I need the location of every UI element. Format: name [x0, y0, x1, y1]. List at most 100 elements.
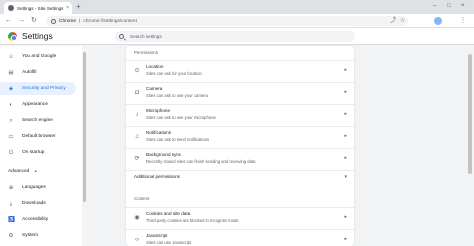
sync-icon: ⟳: [134, 156, 140, 162]
sidebar-item-you-and-google[interactable]: ☺ You and Google: [0, 50, 76, 63]
globe-icon: ⊕: [8, 184, 14, 191]
location-icon: ⊙: [134, 68, 140, 74]
row-subtitle: Sites can use Javascript: [146, 240, 192, 245]
row-title: Location: [146, 64, 164, 69]
sidebar-item-label: Default browser: [22, 134, 56, 139]
row-title: Camera: [146, 86, 163, 91]
sidebar-item-languages[interactable]: ⊕ Languages: [0, 181, 76, 194]
bell-icon: ♫: [134, 134, 140, 140]
arrow-right-icon: ▸: [344, 111, 347, 117]
bookmark-star-icon[interactable]: ☆: [400, 16, 405, 26]
sidebar-item-system[interactable]: ⚙ System: [0, 229, 76, 242]
row-subtitle: Sites can ask to use your camera: [146, 93, 208, 98]
chevron-up-icon: ▴: [34, 168, 37, 173]
wrench-icon: ⚙: [8, 232, 14, 239]
reload-button[interactable]: ↻: [31, 16, 37, 26]
tab-title: Settings - Site Settings: [17, 5, 64, 11]
row-title: Microphone: [146, 108, 171, 113]
permission-row-microphone[interactable]: ♪ Microphone Sites can ask to use your m…: [126, 104, 354, 125]
sidebar-item-autofill[interactable]: ▤ Autofill: [0, 66, 76, 79]
settings-sidebar: ☺ You and Google ▤ Autofill ◈ Security a…: [0, 46, 82, 246]
search-placeholder: Search settings: [130, 34, 162, 39]
sidebar-scroll-thumb[interactable]: [82, 52, 86, 202]
content-row-cookies[interactable]: ◉ Cookies and site data Third-party cook…: [126, 207, 354, 228]
address-separator: |: [79, 18, 81, 24]
site-info-icon[interactable]: [51, 18, 56, 24]
address-host: Chrome: [59, 18, 77, 24]
minimize-button[interactable]: –: [433, 1, 436, 11]
sidebar-item-label: Languages: [22, 185, 46, 190]
row-title: Background sync: [146, 152, 182, 157]
row-title: Notifications: [146, 130, 172, 135]
shield-icon: ◈: [8, 85, 14, 92]
row-title: Cookies and site data: [146, 211, 191, 216]
additional-permissions-label: Additional permissions: [134, 174, 180, 179]
autofill-icon: ▤: [8, 69, 14, 76]
sidebar-advanced-toggle[interactable]: Advanced ▴: [8, 168, 37, 174]
address-bar[interactable]: Chrome | chrome://settings/content: [46, 16, 408, 26]
chevron-down-icon: ▾: [344, 174, 347, 180]
arrow-right-icon: ▸: [344, 89, 347, 95]
camera-icon: ◘: [135, 90, 139, 96]
sidebar-item-label: Security and Privacy: [22, 86, 66, 91]
new-tab-button[interactable]: +: [76, 2, 81, 12]
settings-favicon-icon: [8, 5, 14, 11]
tab-strip: Settings - Site Settings × + – □ ×: [0, 0, 474, 14]
share-icon[interactable]: ⤴: [390, 16, 396, 26]
sidebar-item-default-browser[interactable]: ▭ Default browser: [0, 130, 76, 143]
sidebar-item-downloads[interactable]: ⤓ Downloads: [0, 197, 76, 210]
chrome-logo-icon: [8, 32, 17, 41]
cookie-icon: ◉: [134, 215, 140, 221]
browser-icon: ▭: [8, 133, 14, 140]
main-scrollbar[interactable]: [466, 46, 474, 246]
sidebar-item-security-and-privacy[interactable]: ◈ Security and Privacy: [0, 82, 76, 95]
site-settings-card: Permissions ⊙ Location Sites can ask for…: [126, 46, 354, 246]
main-scroll-thumb[interactable]: [468, 54, 472, 174]
content-row-javascript[interactable]: ‹› JavaScript Sites can use Javascript ▸: [126, 229, 354, 246]
arrow-right-icon: ▸: [344, 214, 347, 220]
permission-row-camera[interactable]: ◘ Camera Sites can ask to use your camer…: [126, 82, 354, 103]
sidebar-item-appearance[interactable]: ◐ Appearance: [0, 98, 76, 111]
search-icon: [119, 34, 124, 39]
sidebar-item-label: System: [22, 233, 38, 238]
close-window-button[interactable]: ×: [461, 1, 465, 11]
browser-menu-icon[interactable]: ⋮: [460, 16, 466, 26]
profile-avatar[interactable]: [434, 17, 442, 25]
content-heading: Content: [134, 196, 150, 201]
arrow-right-icon: ▸: [344, 236, 347, 242]
tab-settings[interactable]: Settings - Site Settings ×: [4, 2, 72, 14]
accessibility-icon: ♿: [8, 216, 15, 223]
additional-permissions-toggle[interactable]: Additional permissions ▾: [126, 170, 354, 184]
permission-row-location[interactable]: ⊙ Location Sites can ask for your locati…: [126, 60, 354, 81]
browser-toolbar: ← → ↻ Chrome | chrome://settings/content…: [0, 14, 474, 28]
sidebar-scrollbar[interactable]: [82, 46, 86, 246]
download-icon: ⤓: [9, 200, 13, 207]
back-button[interactable]: ←: [5, 16, 12, 26]
permission-row-notifications[interactable]: ♫ Notifications Sites can ask to send no…: [126, 126, 354, 147]
sidebar-item-search-engine[interactable]: ⌕ Search engine: [0, 114, 76, 127]
tab-close-icon[interactable]: ×: [66, 5, 69, 11]
sidebar-item-accessibility[interactable]: ♿ Accessibility: [0, 213, 76, 226]
palette-icon: ◐: [9, 101, 13, 108]
forward-button[interactable]: →: [18, 16, 25, 26]
search-icon: ⌕: [9, 117, 13, 124]
row-title: JavaScript: [146, 233, 168, 238]
arrow-right-icon: ▸: [344, 155, 347, 161]
sidebar-item-label: Downloads: [22, 201, 46, 206]
code-icon: ‹›: [135, 237, 139, 243]
arrow-right-icon: ▸: [344, 67, 347, 73]
sidebar-item-on-startup[interactable]: ⏻ On startup: [0, 146, 76, 159]
sidebar-item-label: On startup: [22, 150, 45, 155]
search-settings-input[interactable]: Search settings: [115, 31, 355, 42]
microphone-icon: ♪: [135, 112, 139, 118]
row-subtitle: Sites can ask for your location: [146, 71, 202, 76]
power-icon: ⏻: [8, 149, 14, 156]
person-icon: ☺: [8, 53, 14, 60]
sidebar-item-label: Appearance: [22, 102, 48, 107]
sidebar-item-label: Accessibility: [22, 217, 49, 222]
page-title: Settings: [22, 31, 53, 41]
row-subtitle: Sites can ask to send notifications: [146, 137, 210, 142]
permission-row-background-sync[interactable]: ⟳ Background sync Recently closed sites …: [126, 148, 354, 169]
maximize-button[interactable]: □: [447, 1, 451, 11]
address-path: chrome://settings/content: [83, 18, 137, 24]
